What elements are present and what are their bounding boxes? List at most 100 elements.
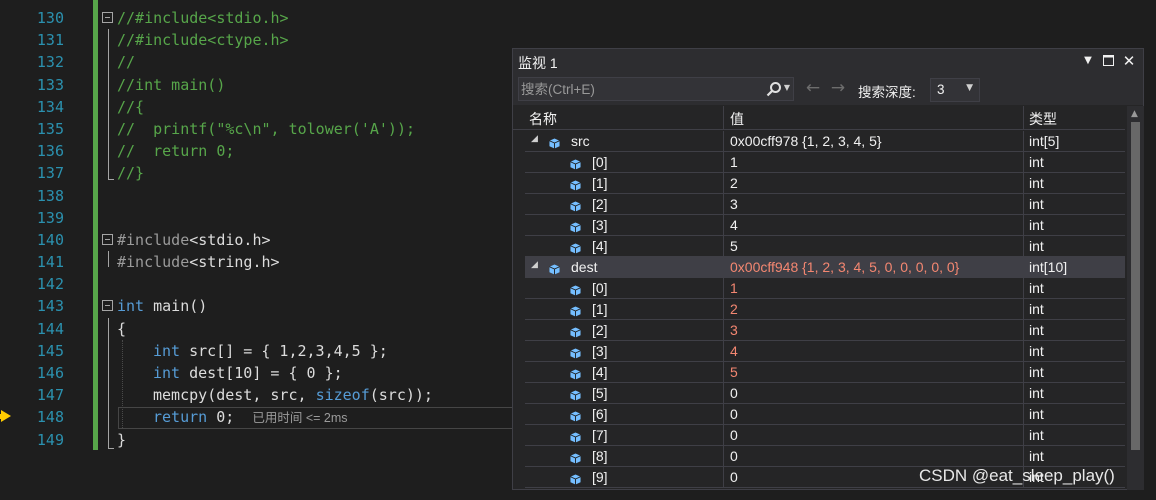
code-line[interactable]: memcpy(dest, src, sizeof(src));: [100, 384, 520, 406]
watch-row-element[interactable]: [4] 5 int: [525, 236, 1125, 257]
search-input[interactable]: [520, 79, 755, 99]
watch-value[interactable]: 5: [730, 238, 738, 254]
watch-window[interactable]: 监视 1 ▼ ✕ ▼ ← → 搜索深度: 3 ▼ 名称 值 类型: [512, 48, 1144, 490]
watch-value[interactable]: 0x00cff978 {1, 2, 3, 4, 5}: [730, 133, 882, 149]
maximize-icon[interactable]: [1099, 52, 1117, 70]
watch-type: int: [1029, 154, 1044, 170]
collapse-icon[interactable]: [102, 300, 113, 312]
watch-value[interactable]: 1: [730, 280, 738, 296]
watch-row-element[interactable]: [0] 1 int: [525, 278, 1125, 299]
column-header-type[interactable]: 类型: [1029, 109, 1057, 129]
code-line[interactable]: // printf("%c\n", tolower('A'));: [100, 118, 520, 140]
watch-name: [0]: [592, 280, 608, 296]
vertical-scrollbar[interactable]: ▲: [1127, 106, 1144, 490]
watch-name: [7]: [592, 427, 608, 443]
code-line[interactable]: //{: [100, 96, 520, 118]
code-line[interactable]: int src[] = { 1,2,3,4,5 };: [100, 340, 520, 362]
watch-row-element[interactable]: [4] 5 int: [525, 362, 1125, 383]
watch-row-element[interactable]: [7] 0 int: [525, 425, 1125, 446]
watch-value[interactable]: 0: [730, 385, 738, 401]
collapse-triangle-icon[interactable]: ◢: [531, 134, 538, 144]
watch-row-element[interactable]: [1] 2 int: [525, 173, 1125, 194]
watch-value[interactable]: 0: [730, 469, 738, 485]
line-number-gutter: 130 131 132 133 134 135 136 137 138 139 …: [18, 7, 64, 451]
search-options-dropdown-icon[interactable]: ▼: [782, 83, 792, 92]
watch-type: int: [1029, 385, 1044, 401]
watch-row-element[interactable]: [6] 0 int: [525, 404, 1125, 425]
column-header-value[interactable]: 值: [730, 109, 744, 129]
watch-row-element[interactable]: [3] 4 int: [525, 215, 1125, 236]
search-box[interactable]: ▼: [518, 77, 794, 101]
chevron-down-icon: ▼: [966, 83, 973, 93]
indicator-margin[interactable]: [0, 0, 18, 500]
collapse-triangle-icon[interactable]: ◢: [531, 260, 538, 270]
watch-row-element[interactable]: [5] 0 int: [525, 383, 1125, 404]
code-line[interactable]: return 0; 已用时间 <= 2ms: [100, 406, 520, 428]
watch-value[interactable]: 4: [730, 343, 738, 359]
watch-value[interactable]: 0x00cff948 {1, 2, 3, 4, 5, 0, 0, 0, 0, 0…: [730, 259, 959, 275]
watch-value[interactable]: 4: [730, 217, 738, 233]
column-resize-handle[interactable]: [723, 106, 724, 130]
watch-value[interactable]: 2: [730, 301, 738, 317]
watch-row-element[interactable]: [8] 0 int: [525, 446, 1125, 467]
watch-value[interactable]: 3: [730, 196, 738, 212]
watch-value[interactable]: 0: [730, 427, 738, 443]
watch-name: [0]: [592, 154, 608, 170]
search-previous-arrow-icon[interactable]: ←: [803, 78, 823, 98]
elapsed-time-hint[interactable]: 已用时间 <= 2ms: [252, 411, 347, 425]
watch-row-src[interactable]: ◢ src 0x00cff978 {1, 2, 3, 4, 5} int[5]: [525, 131, 1125, 152]
watch-row-element[interactable]: [2] 3 int: [525, 194, 1125, 215]
watch-name: [4]: [592, 238, 608, 254]
code-line[interactable]: //: [100, 51, 520, 73]
watch-value[interactable]: 0: [730, 448, 738, 464]
column-header-name[interactable]: 名称: [529, 109, 557, 129]
line-number: 149: [36, 430, 64, 449]
watch-value[interactable]: 0: [730, 406, 738, 422]
collapse-icon[interactable]: [102, 12, 113, 23]
code-line[interactable]: {: [100, 318, 520, 340]
watch-title-bar[interactable]: 监视 1 ▼ ✕: [513, 49, 1143, 75]
code-line[interactable]: // return 0;: [100, 140, 520, 162]
search-icon[interactable]: [764, 78, 784, 101]
variable-cube-icon: [570, 430, 581, 443]
watch-value[interactable]: 1: [730, 154, 738, 170]
line-number: 132: [36, 53, 64, 72]
watch-name: [1]: [592, 301, 608, 317]
code-line[interactable]: //#include<ctype.h>: [100, 29, 520, 51]
code-lines[interactable]: //#include<stdio.h> //#include<ctype.h> …: [100, 7, 520, 451]
code-line[interactable]: [100, 207, 520, 229]
watch-type: int: [1029, 343, 1044, 359]
line-number: 144: [36, 319, 64, 338]
code-line[interactable]: int main(): [100, 295, 520, 317]
scrollbar-thumb[interactable]: [1131, 122, 1140, 450]
search-depth-select[interactable]: 3 ▼: [930, 78, 980, 102]
code-line[interactable]: //#include<stdio.h>: [100, 7, 520, 29]
watch-value[interactable]: 2: [730, 175, 738, 191]
collapse-icon[interactable]: [102, 233, 113, 245]
watch-row-element[interactable]: [1] 2 int: [525, 299, 1125, 320]
code-line[interactable]: //}: [100, 162, 520, 184]
watch-value[interactable]: 5: [730, 364, 738, 380]
code-line[interactable]: [100, 185, 520, 207]
code-line[interactable]: #include<stdio.h>: [100, 229, 520, 251]
code-line[interactable]: int dest[10] = { 0 };: [100, 362, 520, 384]
watch-row-element[interactable]: [2] 3 int: [525, 320, 1125, 341]
line-number: 136: [36, 142, 64, 161]
watch-value[interactable]: 3: [730, 322, 738, 338]
search-next-arrow-icon[interactable]: →: [828, 78, 848, 98]
scroll-up-arrow-icon[interactable]: ▲: [1131, 109, 1138, 119]
column-resize-handle[interactable]: [1023, 106, 1024, 130]
code-line[interactable]: #include<string.h>: [100, 251, 520, 273]
watch-row-element[interactable]: [3] 4 int: [525, 341, 1125, 362]
code-line[interactable]: //int main(): [100, 74, 520, 96]
line-number: 140: [36, 230, 64, 249]
variable-cube-icon: [549, 136, 560, 149]
close-icon[interactable]: ✕: [1120, 52, 1138, 70]
watch-row-dest[interactable]: ◢ dest 0x00cff948 {1, 2, 3, 4, 5, 0, 0, …: [525, 257, 1125, 278]
line-number: 141: [36, 253, 64, 272]
code-line[interactable]: }: [100, 429, 520, 451]
variable-cube-icon: [570, 367, 581, 380]
code-line[interactable]: [100, 273, 520, 295]
window-menu-dropdown-icon[interactable]: ▼: [1079, 52, 1097, 70]
watch-row-element[interactable]: [0] 1 int: [525, 152, 1125, 173]
